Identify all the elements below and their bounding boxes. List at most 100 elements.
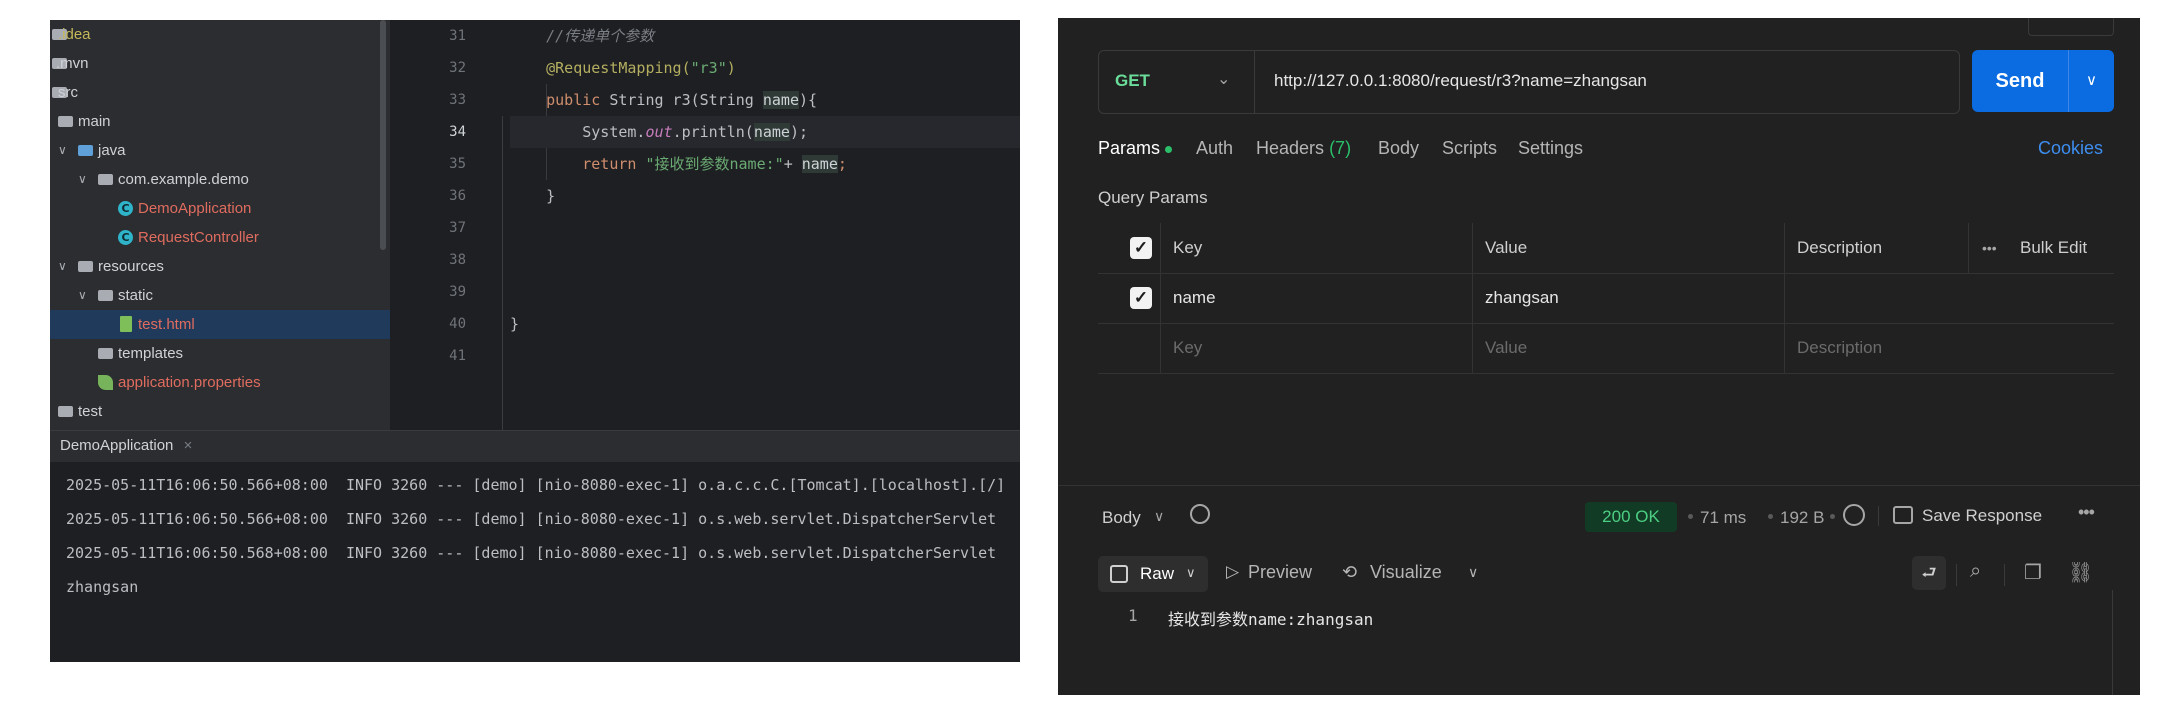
chevron-down-icon[interactable]: ∨ — [1154, 508, 1164, 525]
description-input[interactable]: Description — [1797, 323, 1882, 373]
preview-button[interactable]: Preview — [1248, 562, 1312, 583]
top-control[interactable] — [2028, 18, 2114, 36]
response-time: 71 ms — [1700, 508, 1747, 527]
tree-item-demo-application[interactable]: C DemoApplication — [50, 194, 390, 223]
chevron-down-icon[interactable]: ∨ — [2069, 50, 2114, 112]
gutter-divider — [502, 116, 503, 430]
active-dot-icon — [1165, 145, 1173, 153]
chevron-down-icon[interactable]: ∨ — [58, 252, 67, 281]
response-body-select[interactable]: Body — [1102, 508, 1141, 528]
wrap-lines-icon[interactable]: ⮐ — [1912, 556, 1946, 590]
globe-icon[interactable] — [1843, 504, 1865, 526]
raw-format-select[interactable]: Raw ∨ — [1098, 556, 1208, 592]
code-editor[interactable]: //传递单个参数 @RequestMapping("r3") public St… — [510, 20, 1020, 430]
code-keyword: public — [546, 91, 601, 109]
chevron-down-icon[interactable]: ∨ — [58, 136, 67, 165]
toolbar-separator — [1878, 506, 1879, 526]
url-input[interactable]: http://127.0.0.1:8080/request/r3?name=zh… — [1274, 71, 1647, 91]
code-arg: name — [753, 123, 790, 141]
tab-body[interactable]: Body — [1378, 138, 1419, 159]
search-icon[interactable]: ⌕ — [1970, 560, 1981, 583]
history-icon[interactable] — [1190, 504, 1210, 524]
tree-item-test[interactable]: test — [50, 397, 390, 426]
code-line-32: @RequestMapping("r3") — [510, 52, 1020, 84]
code-annotation: @RequestMapping( — [546, 59, 691, 77]
tree-item-label: .idea — [58, 26, 91, 43]
visualize-button[interactable]: Visualize — [1370, 562, 1442, 583]
chevron-down-icon[interactable]: ∨ — [1468, 564, 1478, 581]
tree-item-idea[interactable]: .idea — [50, 20, 390, 49]
link-icon[interactable]: ⛓ — [2068, 560, 2093, 585]
tree-item-main[interactable]: main — [50, 107, 390, 136]
param-value[interactable]: zhangsan — [1485, 273, 1559, 323]
method-label: GET — [1115, 71, 1150, 90]
more-icon[interactable]: ••• — [1982, 223, 1997, 273]
copy-icon[interactable]: ❐ — [2024, 560, 2042, 585]
send-button[interactable]: Send ∨ — [1972, 50, 2114, 112]
save-response-button[interactable]: Save Response — [1922, 506, 2042, 526]
tree-item-test-html[interactable]: test.html — [50, 310, 390, 339]
column-value: Value — [1485, 238, 1528, 257]
save-response-icon[interactable] — [1893, 506, 1913, 524]
folder-icon — [98, 348, 113, 359]
code-line-33: public String r3(String name){ — [510, 84, 1020, 116]
code-brace: } — [546, 187, 556, 205]
line-number: 37 — [449, 220, 466, 236]
line-number: 41 — [449, 348, 466, 364]
tree-item-package[interactable]: ∨ com.example.demo — [50, 165, 390, 194]
select-all-checkbox[interactable]: ✓ — [1130, 237, 1152, 259]
code-string: "接收到参数name:" — [636, 155, 784, 173]
tree-item-resources[interactable]: ∨ resources — [50, 252, 390, 281]
bulk-edit-button[interactable]: Bulk Edit — [2020, 223, 2087, 273]
tree-item-label: com.example.demo — [118, 171, 249, 188]
tab-scripts[interactable]: Scripts — [1442, 138, 1497, 159]
response-scrollbar[interactable] — [2112, 590, 2113, 695]
tab-params[interactable]: Params — [1098, 138, 1173, 159]
log-line: 2025-05-11T16:06:50.568+08:00 INFO 3260 … — [66, 544, 997, 562]
column-key: Key — [1173, 238, 1203, 257]
key-input[interactable]: Key — [1173, 323, 1202, 373]
close-icon[interactable]: × — [184, 437, 193, 454]
chevron-down-icon[interactable]: ∨ — [78, 281, 87, 310]
code-call-close: ); — [789, 123, 809, 141]
tree-item-java[interactable]: ∨ java — [50, 136, 390, 165]
console-output: 2025-05-11T16:06:50.566+08:00 INFO 3260 … — [50, 462, 1020, 662]
chevron-down-icon[interactable]: ∨ — [78, 165, 87, 194]
separator-dot — [1688, 514, 1693, 519]
code-plus: + — [783, 155, 802, 173]
tree-item-templates[interactable]: templates — [50, 339, 390, 368]
tab-settings[interactable]: Settings — [1518, 138, 1583, 159]
tree-item-request-controller[interactable]: C RequestController — [50, 223, 390, 252]
log-line: 2025-05-11T16:06:50.566+08:00 INFO 3260 … — [66, 510, 997, 528]
code-var: name — [801, 155, 838, 173]
response-size: 192 B — [1780, 508, 1825, 527]
row-checkbox[interactable]: ✓ — [1130, 287, 1152, 309]
raw-label: Raw — [1140, 564, 1175, 583]
send-label[interactable]: Send — [1972, 50, 2068, 112]
tree-item-mvn[interactable]: .mvn — [50, 49, 390, 78]
more-options-icon[interactable]: ••• — [2078, 502, 2095, 523]
code-line-36: } — [510, 180, 1020, 212]
tree-item-static[interactable]: ∨ static — [50, 281, 390, 310]
code-annotation-close: ) — [726, 59, 736, 77]
table-header-row: ✓ Key Value Description ••• Bulk Edit — [1098, 223, 2114, 274]
tree-item-label: static — [118, 287, 154, 304]
value-input[interactable]: Value — [1485, 323, 1527, 373]
cookies-link[interactable]: Cookies — [2038, 138, 2103, 159]
code-comment: //传递单个参数 — [546, 27, 655, 45]
tree-item-application-properties[interactable]: application.properties — [50, 368, 390, 397]
visualize-icon[interactable]: ⟲ — [1342, 562, 1357, 583]
pane-divider[interactable] — [1058, 485, 2140, 486]
tab-headers[interactable]: Headers (7) — [1256, 138, 1351, 159]
tree-item-src[interactable]: src — [50, 78, 390, 107]
run-tab-label: DemoApplication — [60, 437, 174, 454]
play-icon[interactable]: ▷ — [1226, 562, 1239, 582]
tab-auth[interactable]: Auth — [1196, 138, 1233, 159]
code-sys: System. — [582, 123, 646, 141]
tree-scrollbar[interactable] — [380, 20, 386, 250]
param-key[interactable]: name — [1173, 273, 1216, 323]
ide-window: .idea .mvn src main ∨ java ∨ com.example… — [50, 20, 1020, 662]
method-select[interactable]: GET ⌄ — [1099, 51, 1255, 113]
run-tab[interactable]: DemoApplication × — [50, 431, 203, 465]
column-description: Description — [1797, 238, 1883, 257]
